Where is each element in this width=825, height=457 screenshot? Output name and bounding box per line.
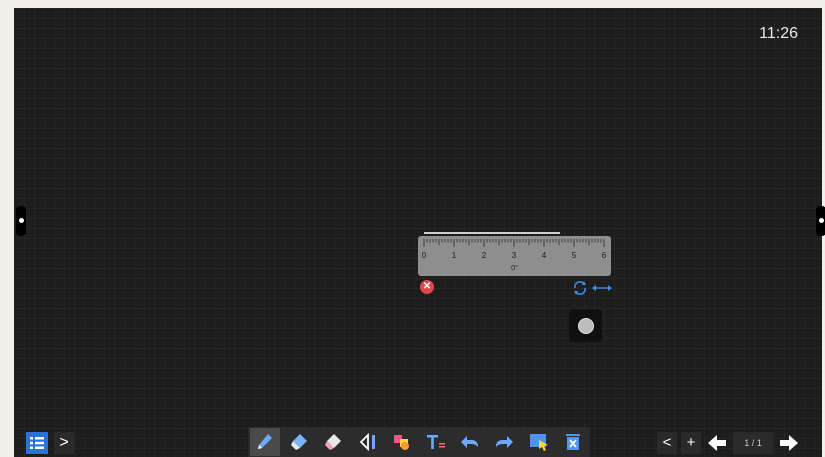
expand-menu-button[interactable]: > xyxy=(54,432,74,454)
rotate-icon[interactable] xyxy=(572,280,588,296)
ruler-label: 2 xyxy=(482,251,487,260)
redo-button[interactable] xyxy=(489,428,519,456)
select-icon xyxy=(529,434,548,451)
ruler-label: 5 xyxy=(572,251,577,260)
collapse-nav-button[interactable]: < xyxy=(657,432,677,454)
geometry-tool[interactable] xyxy=(353,428,383,456)
trash-icon xyxy=(565,434,580,450)
stretch-icon[interactable] xyxy=(592,284,612,292)
previous-page-button[interactable] xyxy=(705,432,729,454)
arrow-right-icon xyxy=(780,435,798,451)
shapes-tool[interactable] xyxy=(387,428,417,456)
text-icon xyxy=(427,435,446,449)
ruler-guide-line xyxy=(424,232,560,234)
left-side-handle[interactable] xyxy=(16,206,26,236)
handle-dot-icon xyxy=(819,218,824,223)
ruler-label: 0 xyxy=(422,251,427,260)
ruler-label: 6 xyxy=(602,251,607,260)
clear-button[interactable] xyxy=(558,428,588,456)
redo-icon xyxy=(496,436,514,448)
menu-list-icon[interactable] xyxy=(26,432,48,454)
area-eraser-tool[interactable] xyxy=(318,428,348,456)
page-indicator: 1 / 1 xyxy=(733,432,773,454)
pen-icon xyxy=(258,434,273,449)
bottom-toolbar xyxy=(248,427,590,457)
pen-tool[interactable] xyxy=(250,428,281,456)
clock: 11:26 xyxy=(759,25,798,42)
eraser-tool[interactable] xyxy=(284,428,314,456)
floating-dot-icon xyxy=(578,318,594,334)
ruler-angle: 0° xyxy=(511,265,518,272)
ruler-tool[interactable]: 0 1 2 3 4 5 6 0° xyxy=(418,236,611,276)
arrow-left-icon xyxy=(708,435,726,451)
add-page-button[interactable]: + xyxy=(681,432,701,454)
floating-menu-button[interactable] xyxy=(569,309,602,342)
triangle-ruler-icon xyxy=(359,432,375,452)
ruler-close-button[interactable]: ✕ xyxy=(420,280,434,294)
whiteboard-canvas[interactable]: 11:26 0 1 2 3 4 5 6 0° ✕ > < + 1 / 1 xyxy=(14,8,825,457)
page-navigation: < + 1 / 1 xyxy=(657,432,812,454)
right-side-handle[interactable] xyxy=(816,206,825,236)
handle-dot-icon xyxy=(19,218,24,223)
shapes-icon xyxy=(393,435,409,450)
ruler-label: 3 xyxy=(512,251,517,260)
undo-icon xyxy=(461,436,479,448)
ruler-label: 4 xyxy=(542,251,547,260)
ruler-label: 1 xyxy=(452,251,457,260)
next-page-button[interactable] xyxy=(777,432,801,454)
select-tool[interactable] xyxy=(524,428,554,456)
area-eraser-icon xyxy=(325,434,342,450)
eraser-icon xyxy=(291,434,308,450)
text-tool[interactable] xyxy=(421,428,451,456)
undo-button[interactable] xyxy=(455,428,485,456)
